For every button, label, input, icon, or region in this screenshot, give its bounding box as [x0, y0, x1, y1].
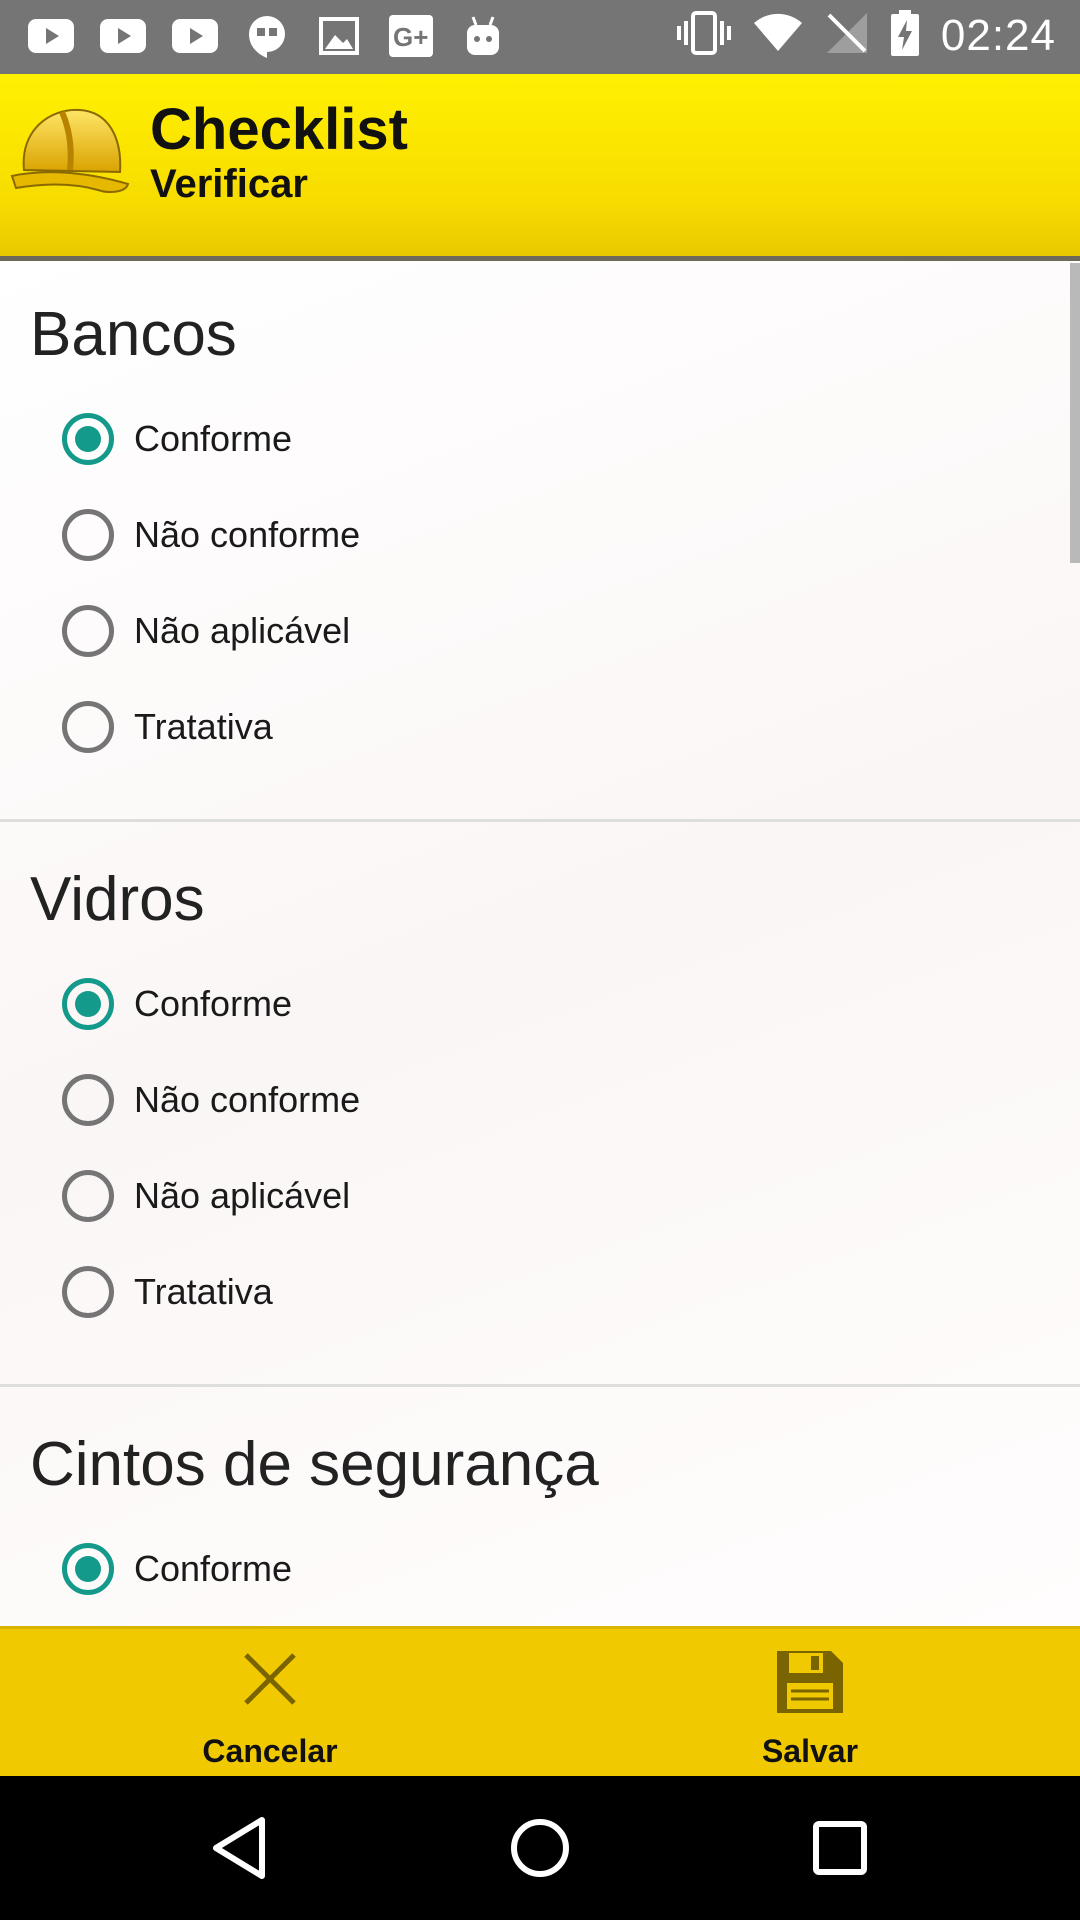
option-label: Não aplicável [134, 610, 351, 651]
youtube-icon [172, 13, 218, 59]
radio-option-nao-aplicavel[interactable]: Não aplicável [62, 1163, 350, 1229]
app-title: Checklist [150, 97, 408, 162]
option-label: Tratativa [134, 706, 273, 747]
youtube-icon [100, 13, 146, 59]
option-label: Conforme [134, 1548, 293, 1589]
save-label: Salvar [761, 1733, 859, 1769]
status-bar: G+ 02:24 [0, 0, 1080, 74]
notification-icons: G+ [28, 13, 506, 59]
recents-button[interactable] [800, 1808, 880, 1888]
save-button[interactable]: Salvar [540, 1629, 1080, 1779]
radio-option-conforme[interactable]: Conforme [62, 406, 292, 472]
radio-option-conforme[interactable]: Conforme [62, 971, 292, 1037]
system-navigation-bar [0, 1776, 1080, 1920]
radio-button[interactable] [62, 605, 114, 657]
back-icon [213, 1817, 265, 1879]
close-icon [240, 1649, 300, 1714]
home-icon [511, 1819, 569, 1877]
section-title: Vidros [30, 865, 205, 934]
radio-button[interactable] [62, 1074, 114, 1126]
radio-option-nao-aplicavel[interactable]: Não aplicável [62, 598, 350, 664]
radio-option-nao-conforme[interactable]: Não conforme [62, 502, 360, 568]
home-button[interactable] [500, 1808, 580, 1888]
svg-text:G+: G+ [393, 22, 428, 52]
option-label: Conforme [134, 418, 293, 459]
section-title: Bancos [30, 300, 237, 369]
bottom-action-bar: Cancelar Salvar [0, 1626, 1080, 1779]
option-label: Não conforme [134, 514, 361, 555]
radio-option-nao-conforme[interactable]: Não conforme [62, 1067, 360, 1133]
android-icon [460, 13, 506, 59]
radio-button-checked[interactable] [62, 413, 114, 465]
radio-option-conforme[interactable]: Conforme [62, 1536, 292, 1602]
hard-hat-icon [10, 100, 132, 200]
app-header: Checklist Verificar [0, 74, 1080, 261]
floppy-disk-icon [775, 1649, 845, 1720]
radio-button-checked[interactable] [62, 978, 114, 1030]
radio-option-tratativa[interactable]: Tratativa [62, 1259, 273, 1325]
cancel-button[interactable]: Cancelar [0, 1629, 540, 1779]
option-label: Não conforme [134, 1079, 361, 1120]
app-subtitle: Verificar [150, 162, 308, 206]
hangouts-icon [244, 13, 290, 59]
radio-option-tratativa[interactable]: Tratativa [62, 694, 273, 760]
option-label: Não aplicável [134, 1175, 351, 1216]
checklist-content[interactable]: Bancos Conforme Não conforme Não aplicáv… [0, 261, 1080, 1626]
section-title: Cintos de segurança [30, 1430, 599, 1499]
vibrate-icon [676, 11, 731, 60]
back-button[interactable] [200, 1808, 280, 1888]
no-signal-icon [825, 11, 869, 60]
youtube-icon [28, 13, 74, 59]
divider [0, 819, 1080, 822]
cancel-label: Cancelar [202, 1733, 338, 1769]
radio-button-checked[interactable] [62, 1543, 114, 1595]
gallery-icon [316, 13, 362, 59]
system-icons: 02:24 [676, 10, 1056, 61]
divider [0, 1384, 1080, 1387]
wifi-icon [753, 13, 803, 58]
option-label: Conforme [134, 983, 293, 1024]
google-plus-icon: G+ [388, 13, 434, 59]
clock: 02:24 [940, 10, 1056, 60]
radio-button[interactable] [62, 1266, 114, 1318]
recents-icon [813, 1821, 867, 1875]
radio-button[interactable] [62, 1170, 114, 1222]
radio-button[interactable] [62, 509, 114, 561]
option-label: Tratativa [134, 1271, 273, 1312]
battery-charging-icon [890, 10, 919, 61]
scrollbar[interactable] [1070, 263, 1080, 563]
radio-button[interactable] [62, 701, 114, 753]
